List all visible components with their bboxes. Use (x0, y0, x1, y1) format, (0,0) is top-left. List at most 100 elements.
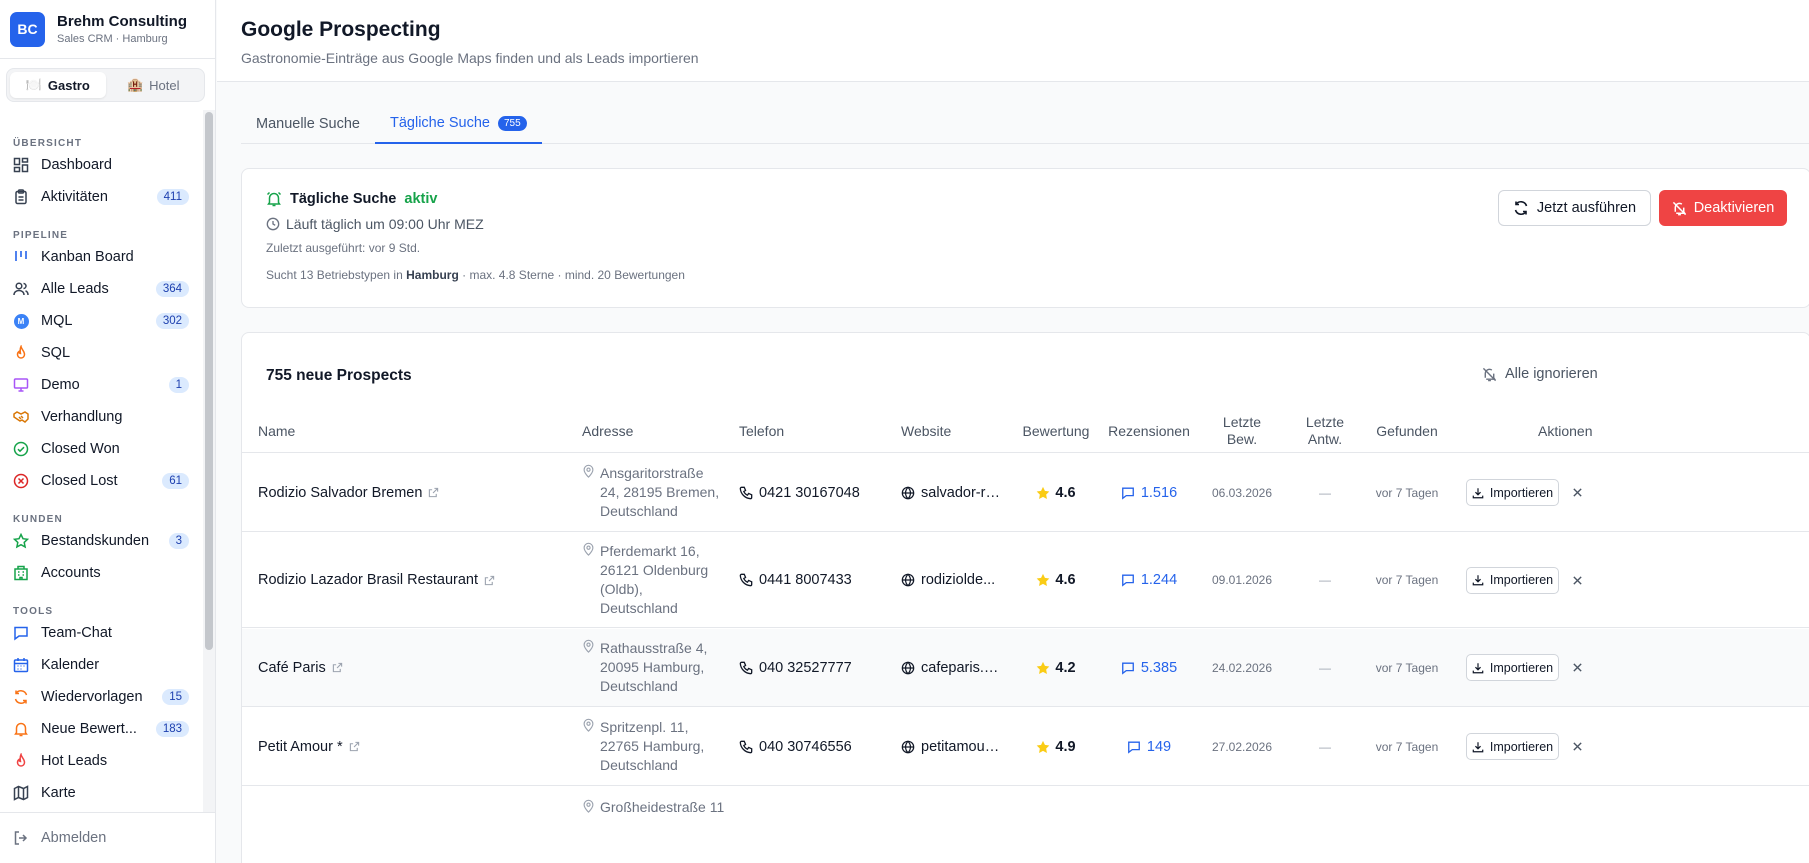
count-badge: 3 (168, 533, 189, 549)
sidebar-item-activities[interactable]: Aktivitäten 411 (0, 181, 202, 213)
table-row[interactable]: Rodizio Salvador Bremen Ansgaritorstraße… (242, 454, 1809, 532)
run-now-button[interactable]: Jetzt ausführen (1498, 190, 1651, 226)
sidebar-item-followups[interactable]: Wiedervorlagen 15 (0, 681, 202, 713)
external-link-icon[interactable] (484, 575, 495, 586)
dismiss-button[interactable] (1572, 629, 1583, 706)
sidebar-item-calendar[interactable]: Kalender (0, 649, 202, 681)
table-row[interactable]: Café Paris Rathausstraße 4, 20095 Hamburg… (242, 629, 1809, 707)
prospect-name[interactable]: Café Paris (258, 629, 343, 706)
column-reviews[interactable]: Rezensionen (1105, 409, 1193, 453)
rating-value: 4.9 (1055, 738, 1076, 755)
sidebar-item-closed-won[interactable]: Closed Won (0, 433, 202, 465)
sidebar-item-label: SQL (41, 345, 71, 361)
external-link-icon[interactable] (332, 662, 343, 673)
brand[interactable]: BC Brehm Consulting Sales CRM · Hamburg (0, 0, 215, 59)
kanban-icon (13, 249, 29, 265)
ignore-all-button[interactable]: Alle ignorieren (1482, 366, 1598, 382)
prospect-reviews[interactable]: 1.244 (1110, 533, 1188, 627)
sidebar-scrollbar[interactable] (203, 110, 215, 812)
logout-button[interactable]: Abmelden (0, 812, 215, 863)
globe-icon (901, 573, 915, 587)
prospect-website[interactable]: salvador-ro... (901, 454, 1001, 531)
column-last-review[interactable]: Letzte Bew. (1202, 409, 1282, 453)
column-rating[interactable]: Bewertung (1020, 409, 1092, 453)
import-button[interactable]: Importieren (1466, 733, 1559, 760)
import-cell: Importieren (1466, 533, 1559, 627)
import-button[interactable]: Importieren (1466, 479, 1559, 506)
prospect-website[interactable]: petitamour-... (901, 708, 1001, 785)
scrollbar-thumb[interactable] (205, 112, 213, 650)
last-answer-date: — (1319, 573, 1331, 587)
sidebar-item-existing-customers[interactable]: Bestandskunden 3 (0, 525, 202, 557)
phone-number: 040 30746556 (759, 738, 852, 755)
sidebar-item-label: Karte (41, 785, 76, 801)
sidebar-item-new-reviews[interactable]: Neue Bewert... 183 (0, 713, 202, 745)
last-answer-date: — (1319, 660, 1331, 675)
sidebar-item-hot-leads[interactable]: Hot Leads (0, 745, 202, 777)
address-line: Rathausstraße 4, (600, 640, 708, 656)
prospect-reviews[interactable]: 149 (1110, 708, 1188, 785)
sidebar-item-demo[interactable]: Demo 1 (0, 369, 202, 401)
bell-off-icon (1482, 367, 1497, 382)
sidebar-item-accounts[interactable]: Accounts (0, 557, 202, 589)
prospect-website[interactable]: rodiziolde... (901, 533, 1001, 627)
prospect-name[interactable]: Rodizio Salvador Bremen (258, 454, 439, 531)
address-line: Deutschland (600, 600, 678, 616)
logout-label: Abmelden (41, 830, 107, 846)
tab-manual-search[interactable]: Manuelle Suche (241, 104, 375, 144)
globe-icon (901, 660, 915, 675)
tab-daily-search[interactable]: Tägliche Suche 755 (375, 104, 542, 144)
column-found[interactable]: Gefunden (1366, 409, 1448, 453)
external-link-icon[interactable] (349, 741, 360, 752)
sidebar-item-kanban[interactable]: Kanban Board (0, 241, 202, 273)
table-row[interactable]: Petit Amour * Spritzenpl. 11, 22765 Hambu… (242, 708, 1809, 786)
column-last-answer[interactable]: Letzte Antw. (1290, 409, 1360, 453)
ignore-all-label: Alle ignorieren (1505, 366, 1598, 382)
deactivate-button[interactable]: Deaktivieren (1659, 190, 1787, 226)
address-line: Deutschland (600, 678, 678, 694)
reviews-count: 1.244 (1140, 572, 1178, 588)
prospect-phone[interactable]: 040 32527777 (739, 629, 852, 706)
external-link-icon[interactable] (428, 487, 439, 498)
map-pin-icon (582, 464, 595, 521)
sidebar-item-sql[interactable]: SQL (0, 337, 202, 369)
dismiss-button[interactable] (1572, 533, 1583, 627)
column-name[interactable]: Name (258, 409, 295, 453)
sidebar-item-all-leads[interactable]: Alle Leads 364 (0, 273, 202, 305)
sidebar-item-map[interactable]: Karte (0, 777, 202, 809)
prospect-phone[interactable]: 0441 8007433 (739, 533, 852, 627)
sidebar-item-negotiation[interactable]: Verhandlung (0, 401, 202, 433)
table-row[interactable]: Großheidestraße 11 (242, 787, 1809, 863)
segment-gastro[interactable]: 🍽️ Gastro (10, 72, 106, 98)
table-row[interactable]: Rodizio Lazador Brasil Restaurant Pferde… (242, 533, 1809, 628)
last-review-date: 06.03.2026 (1211, 485, 1273, 500)
prospect-reviews[interactable]: 1.516 (1110, 454, 1188, 531)
prospect-reviews[interactable]: 5.385 (1110, 629, 1188, 706)
column-website[interactable]: Website (901, 409, 951, 453)
column-phone[interactable]: Telefon (739, 409, 784, 453)
column-address[interactable]: Adresse (582, 409, 633, 453)
sidebar-item-mql[interactable]: M MQL 302 (0, 305, 202, 337)
comment-icon (1121, 486, 1135, 500)
x-circle-icon (13, 473, 29, 489)
segment-hotel[interactable]: 🏨 Hotel (106, 72, 202, 98)
import-button[interactable]: Importieren (1466, 566, 1559, 594)
prospect-phone[interactable]: 040 30746556 (739, 708, 852, 785)
prospect-name[interactable]: Rodizio Lazador Brasil Restaurant (258, 533, 495, 627)
close-icon (1572, 487, 1583, 498)
page-title: Google Prospecting (241, 18, 441, 41)
star-icon (1036, 661, 1050, 675)
prospect-phone[interactable]: 0421 30167048 (739, 454, 860, 531)
import-button[interactable]: Importieren (1466, 654, 1559, 681)
sidebar-item-team-chat[interactable]: Team-Chat (0, 617, 202, 649)
close-icon (1572, 575, 1583, 586)
sidebar-item-closed-lost[interactable]: Closed Lost 61 (0, 465, 202, 497)
dismiss-button[interactable] (1572, 454, 1583, 531)
mql-dot: M (13, 313, 29, 329)
close-icon (1572, 741, 1583, 752)
dismiss-button[interactable] (1572, 708, 1583, 785)
segment-hotel-label: Hotel (149, 77, 180, 93)
prospect-name[interactable]: Petit Amour * (258, 708, 360, 785)
prospect-website[interactable]: cafeparis.net/ (901, 629, 1001, 706)
sidebar-item-dashboard[interactable]: Dashboard (0, 149, 202, 181)
